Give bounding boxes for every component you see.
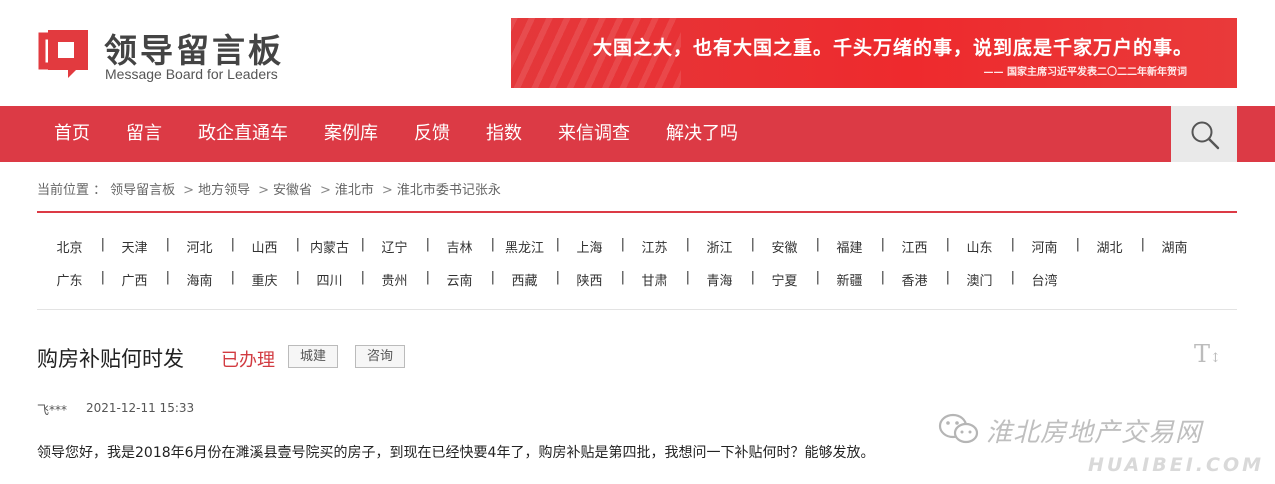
nav-item-home[interactable]: 首页	[36, 106, 108, 162]
breadcrumb-item[interactable]: 地方领导	[198, 183, 250, 198]
region-link[interactable]: 北京	[37, 237, 105, 256]
font-size-icon: T	[1194, 340, 1211, 368]
region-link[interactable]: 江西	[882, 237, 950, 256]
breadcrumb: 当前位置 ：领导留言板 > 地方领导 > 安徽省 > 淮北市 > 淮北市委书记张永	[37, 179, 505, 198]
region-link[interactable]: 广东	[37, 270, 105, 289]
region-link[interactable]: 河北	[167, 237, 235, 256]
nav-item-survey[interactable]: 来信调查	[540, 106, 648, 162]
region-link[interactable]: 山西	[232, 237, 300, 256]
wechat-icon	[938, 413, 979, 444]
region-row: 北京天津河北山西内蒙古辽宁吉林黑龙江上海江苏浙江安徽福建江西山东河南湖北湖南	[37, 230, 1237, 263]
main-nav: 首页 留言 政企直通车 案例库 反馈 指数 来信调查 解决了吗	[0, 106, 1275, 162]
region-link[interactable]: 浙江	[687, 237, 755, 256]
region-link[interactable]: 辽宁	[362, 237, 430, 256]
nav-item-feedback[interactable]: 反馈	[396, 106, 468, 162]
search-icon	[1191, 121, 1220, 150]
nav-item-message[interactable]: 留言	[108, 106, 180, 162]
divider	[37, 211, 1237, 213]
region-link[interactable]: 新疆	[817, 270, 885, 289]
region-link[interactable]: 宁夏	[752, 270, 820, 289]
watermark-domain: HUAIBEI.COM	[1088, 454, 1265, 476]
region-link[interactable]: 香港	[882, 270, 950, 289]
breadcrumb-separator: >	[183, 183, 195, 198]
site-logo[interactable]: 领导留言板 Message Board for Leaders	[38, 24, 308, 84]
message-content: 领导您好，我是2018年6月份在濉溪县壹号院买的房子，到现在已经快要4年了，购房…	[37, 445, 875, 461]
breadcrumb-separator: >	[320, 183, 331, 198]
region-link[interactable]: 福建	[817, 237, 885, 256]
region-link[interactable]: 海南	[167, 270, 235, 289]
breadcrumb-item[interactable]: 领导留言板	[110, 183, 175, 198]
breadcrumb-item[interactable]: 淮北市委书记张永	[397, 183, 501, 198]
region-link[interactable]: 台湾	[1012, 270, 1077, 289]
region-link[interactable]: 江苏	[622, 237, 690, 256]
region-link[interactable]: 黑龙江	[492, 237, 560, 256]
region-link[interactable]: 贵州	[362, 270, 430, 289]
banner-quote: 大国之大，也有大国之重。千头万绪的事，说到底是千家万户的事。	[592, 37, 1193, 59]
region-link[interactable]: 天津	[102, 237, 170, 256]
region-link[interactable]: 陕西	[557, 270, 625, 289]
region-link[interactable]: 山东	[947, 237, 1015, 256]
type-tag[interactable]: 咨询	[355, 345, 406, 368]
quote-banner: 大国之大，也有大国之重。千头万绪的事，说到底是千家万户的事。 —— 国家主席习近…	[511, 18, 1237, 88]
message-title: 购房补贴何时发	[37, 347, 184, 371]
nav-item-enterprise[interactable]: 政企直通车	[180, 106, 306, 162]
region-list: 北京天津河北山西内蒙古辽宁吉林黑龙江上海江苏浙江安徽福建江西山东河南湖北湖南 广…	[37, 230, 1237, 296]
breadcrumb-prefix: 当前位置 ：	[37, 183, 107, 198]
author-name: 飞***	[37, 403, 68, 417]
region-link[interactable]: 四川	[297, 270, 365, 289]
region-link[interactable]: 西藏	[492, 270, 560, 289]
banner-attribution: —— 国家主席习近平发表二〇二二年新年贺词	[983, 67, 1187, 78]
breadcrumb-item[interactable]: 淮北市	[335, 183, 374, 198]
breadcrumb-separator: >	[381, 183, 393, 198]
region-link[interactable]: 安徽	[752, 237, 820, 256]
font-size-toggle[interactable]: T↕	[1194, 340, 1221, 368]
breadcrumb-item[interactable]: 安徽省	[273, 183, 312, 198]
logo-mark-icon	[38, 30, 88, 78]
nav-item-index[interactable]: 指数	[468, 106, 540, 162]
region-row: 广东广西海南重庆四川贵州云南西藏陕西甘肃青海宁夏新疆香港澳门台湾	[37, 263, 1237, 296]
region-link[interactable]: 上海	[557, 237, 625, 256]
region-link[interactable]: 湖南	[1142, 237, 1207, 256]
divider	[37, 309, 1237, 310]
status-badge: 已办理	[221, 350, 275, 371]
region-link[interactable]: 吉林	[427, 237, 495, 256]
post-time: 2021-12-11 15:33	[86, 401, 195, 415]
breadcrumb-separator: >	[258, 183, 269, 198]
search-button[interactable]	[1171, 106, 1237, 162]
logo-title: 领导留言板	[104, 31, 284, 70]
logo-subtitle: Message Board for Leaders	[105, 66, 278, 82]
watermark-text: 淮北房地产交易网	[986, 418, 1203, 448]
category-tag[interactable]: 城建	[288, 345, 339, 368]
nav-item-resolved[interactable]: 解决了吗	[648, 106, 756, 162]
region-link[interactable]: 湖北	[1077, 237, 1145, 256]
font-size-arrows-icon: ↕	[1210, 351, 1221, 366]
region-link[interactable]: 广西	[102, 270, 170, 289]
nav-items: 首页 留言 政企直通车 案例库 反馈 指数 来信调查 解决了吗	[36, 106, 756, 162]
region-link[interactable]: 云南	[427, 270, 495, 289]
region-link[interactable]: 河南	[1012, 237, 1080, 256]
region-link[interactable]: 重庆	[232, 270, 300, 289]
region-link[interactable]: 甘肃	[622, 270, 690, 289]
region-link[interactable]: 内蒙古	[297, 237, 365, 256]
nav-item-cases[interactable]: 案例库	[306, 106, 396, 162]
watermark: 淮北房地产交易网 HUAIBEI.COM	[938, 404, 1268, 482]
region-link[interactable]: 澳门	[947, 270, 1015, 289]
region-link[interactable]: 青海	[687, 270, 755, 289]
